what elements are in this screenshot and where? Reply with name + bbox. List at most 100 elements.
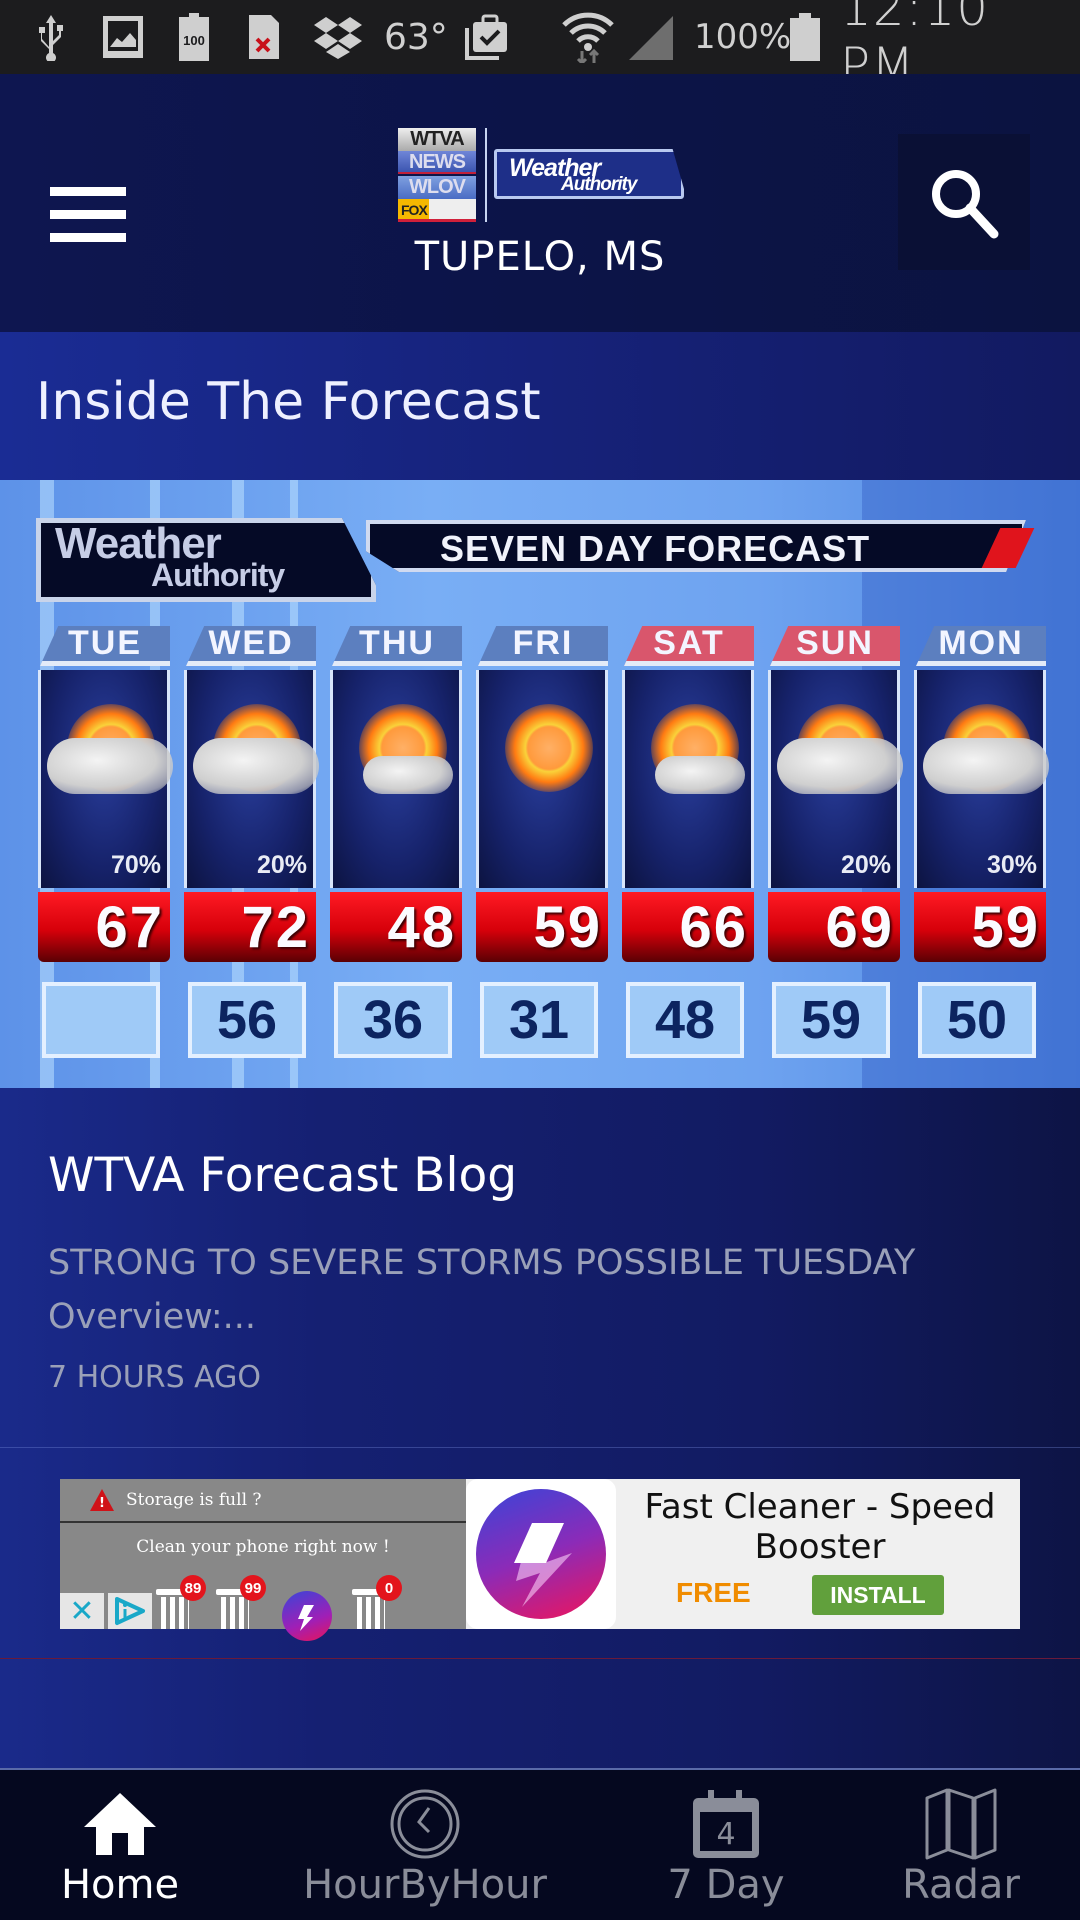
ad-choices-icon	[115, 1597, 145, 1625]
section-header: Inside The Forecast	[0, 332, 1080, 480]
status-bar: 100 63° 100% 12:10 PM	[0, 0, 1080, 95]
bottom-navigation: Home HourByHour 4 7 Day Radar	[0, 1768, 1080, 1920]
hamburger-menu-icon	[50, 186, 126, 196]
ad-app-icon[interactable]	[466, 1479, 616, 1629]
forecast-day-fri: FRI 59 31	[474, 626, 610, 1066]
nav-label-7day: 7 Day	[667, 1862, 785, 1908]
precip-chance: 20%	[840, 851, 891, 879]
ad-creative[interactable]: ! Storage is full ? Clean your phone rig…	[60, 1479, 466, 1641]
low-temp: 36	[334, 982, 452, 1058]
trash-bin-icon: 99	[216, 1575, 266, 1629]
bin-count-badge: 99	[240, 1575, 266, 1601]
seven-day-forecast-image[interactable]: SEVEN DAY FORECAST Weather Authority TUE…	[0, 480, 1080, 1088]
cloud-icon	[193, 738, 319, 794]
nav-tab-7day[interactable]: 4 7 Day	[610, 1770, 842, 1920]
nav-tab-radar[interactable]: Radar	[842, 1770, 1080, 1920]
weather-authority-badge: Weather Authority	[494, 149, 684, 199]
logo-wlov: WLOV	[398, 176, 476, 199]
blog-card[interactable]: WTVA Forecast Blog STRONG TO SEVERE STOR…	[0, 1088, 1080, 1448]
low-temp: 31	[480, 982, 598, 1058]
nav-label-home: Home	[60, 1862, 180, 1908]
day-condition-panel	[476, 670, 608, 888]
app-screen: 100 63° 100% 12:10 PM WTVA NEWS WLOV FOX…	[0, 0, 1080, 1920]
cloud-icon	[47, 738, 173, 794]
partly-cloudy-icon	[923, 694, 1049, 814]
warning-icon: !	[90, 1489, 114, 1511]
station-logo: WTVA NEWS WLOV FOX Weather Authority	[398, 128, 688, 224]
close-icon: ✕	[69, 1593, 95, 1629]
sim-error-icon	[244, 0, 284, 74]
forecast-day-thu: THU 48 36	[328, 626, 464, 1066]
cloud-icon	[655, 756, 745, 794]
blog-timestamp: 7 HOURS AGO	[48, 1360, 262, 1395]
ad-price: FREE	[676, 1577, 751, 1608]
clock-icon	[385, 1786, 465, 1862]
ad-install-button[interactable]: INSTALL	[812, 1575, 944, 1615]
logo-fox: FOX	[398, 199, 476, 222]
blog-title[interactable]: WTVA Forecast Blog	[48, 1148, 517, 1203]
dropbox-icon	[312, 0, 364, 74]
partly-sunny-icon	[631, 694, 751, 814]
logo-news: NEWS	[398, 151, 476, 174]
day-label: SAT	[624, 626, 754, 666]
high-temp: 48	[330, 892, 462, 962]
forecast-day-mon: MON 30% 59 50	[912, 626, 1049, 1066]
bin-count-badge: 0	[376, 1575, 402, 1601]
partly-cloudy-icon	[193, 694, 319, 814]
temperature-text: 63°	[384, 16, 448, 58]
day-condition-panel	[330, 670, 462, 888]
day-label: THU	[332, 626, 462, 666]
brand-line-2: Authority	[561, 174, 637, 195]
blog-divider	[0, 1447, 1080, 1448]
low-temp: 59	[772, 982, 890, 1058]
ad-warning-row: ! Storage is full ?	[60, 1479, 466, 1523]
day-condition-panel: 20%	[768, 670, 903, 888]
sun-icon	[505, 704, 593, 792]
ad-app-name[interactable]: Fast Cleaner - Speed Booster	[630, 1487, 1010, 1567]
partly-cloudy-icon	[47, 694, 173, 814]
calendar-day-number: 4	[716, 1817, 735, 1852]
low-temp: 48	[626, 982, 744, 1058]
blog-excerpt: STRONG TO SEVERE STORMS POSSIBLE TUESDAY…	[48, 1243, 916, 1337]
nav-tab-home[interactable]: Home	[0, 1770, 240, 1920]
nav-tab-hourbyhour[interactable]: HourByHour	[240, 1770, 610, 1920]
battery-icon	[788, 0, 822, 74]
image-icon	[100, 0, 146, 74]
day-label: TUE	[40, 626, 170, 666]
forecast-day-sun: SUN 20% 69 59	[766, 626, 903, 1066]
day-condition-panel: 30%	[914, 670, 1049, 888]
station-logo-stack: WTVA NEWS WLOV FOX	[398, 128, 476, 222]
day-label: MON	[916, 626, 1046, 666]
cleaner-bolt-icon	[282, 1591, 332, 1641]
precip-chance: 30%	[986, 851, 1037, 879]
search-button[interactable]	[898, 134, 1030, 270]
usb-icon	[30, 0, 72, 74]
high-temp: 72	[184, 892, 316, 962]
nav-label-radar: Radar	[902, 1862, 1020, 1908]
calendar-icon: 4	[686, 1786, 766, 1862]
high-temp: 67	[38, 892, 170, 962]
low-temp	[42, 982, 160, 1058]
trash-bin-icon: 0	[352, 1575, 402, 1629]
trash-bin-icon: 89	[156, 1575, 206, 1629]
high-temp: 59	[914, 892, 1046, 962]
ad-choices-button[interactable]	[108, 1593, 152, 1629]
ad-banner[interactable]: ! Storage is full ? Clean your phone rig…	[60, 1479, 1020, 1641]
app-header: WTVA NEWS WLOV FOX Weather Authority TUP…	[0, 74, 1080, 332]
high-temp: 59	[476, 892, 608, 962]
forecast-graphic-header: SEVEN DAY FORECAST Weather Authority	[36, 518, 1046, 602]
ad-close-button[interactable]: ✕	[60, 1593, 104, 1629]
section-title: Inside The Forecast	[36, 372, 541, 432]
clock: 12:10 PM	[840, 0, 990, 95]
high-temp: 69	[768, 892, 900, 962]
map-icon	[921, 1786, 1001, 1862]
forecast-day-sat: SAT 66 48	[620, 626, 756, 1066]
home-icon	[80, 1786, 160, 1862]
day-label: SUN	[770, 626, 900, 666]
lightning-bolt-icon	[476, 1489, 606, 1619]
cloud-icon	[363, 756, 453, 794]
precip-chance: 20%	[256, 851, 307, 879]
low-temp: 56	[188, 982, 306, 1058]
forecast-graphic-title: SEVEN DAY FORECAST	[440, 528, 871, 569]
logo-divider	[485, 128, 487, 222]
